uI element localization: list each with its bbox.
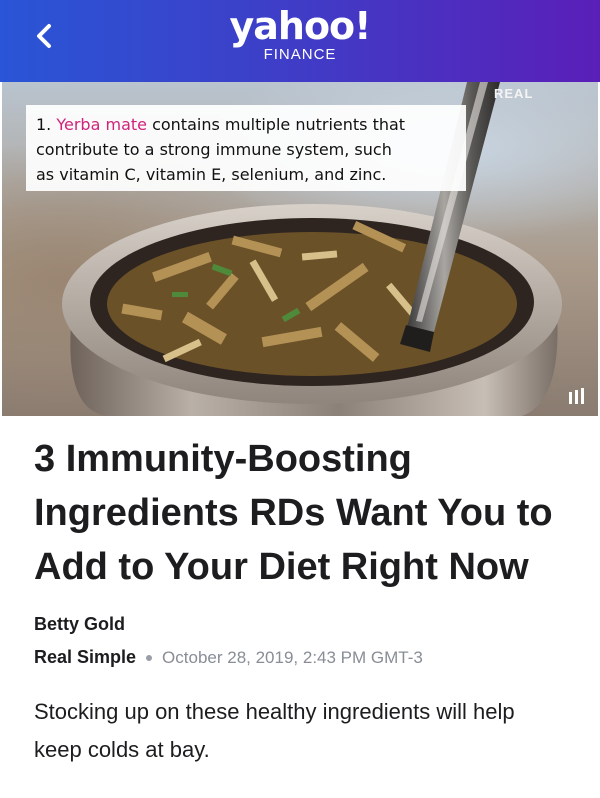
article-summary: Stocking up on these healthy ingredients… [34,699,515,762]
caption-text-line-1: contains multiple nutrients that [152,115,406,134]
article-meta: Real Simple October 28, 2019, 2:43 PM GM… [34,647,423,668]
logo-subtitle: FINANCE [263,46,337,63]
slide-caption: 1. Yerba mate contains multiple nutrient… [26,105,466,191]
caption-highlight: Yerba mate [56,115,147,134]
logo-wordmark: yahoo! [229,4,371,48]
article-source[interactable]: Real Simple [34,647,136,668]
article-date: October 28, 2019, 2:43 PM GMT-3 [162,647,423,667]
article-author[interactable]: Betty Gold [34,614,125,635]
source-watermark: REAL [494,86,534,101]
separator-dot [146,654,153,661]
yahoo-finance-logo[interactable]: yahoo! FINANCE [0,4,600,64]
article-title: 3 Immunity-Boosting Ingredients RDs Want… [34,438,553,588]
caption-text-line-3: as vitamin C, vitamin E, selenium, and z… [36,165,387,184]
app-header: yahoo! FINANCE [0,0,600,82]
signal-bars-icon[interactable] [568,388,586,404]
caption-text-line-2: contribute to a strong immune system, su… [36,140,392,159]
caption-number: 1. [36,115,52,134]
hero-video[interactable]: 1. Yerba mate contains multiple nutrient… [2,82,598,416]
